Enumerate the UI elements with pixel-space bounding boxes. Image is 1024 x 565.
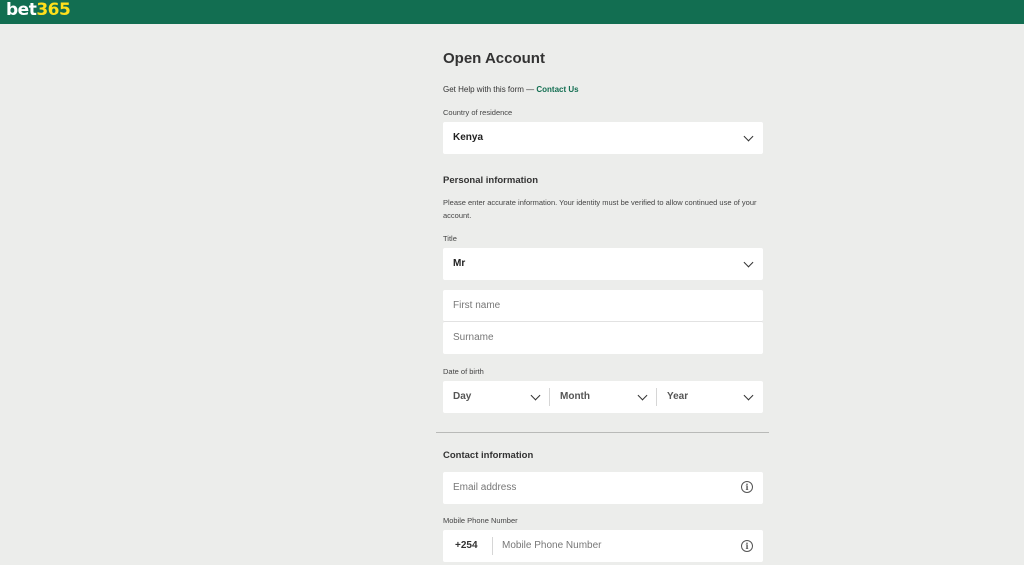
country-code-prefix[interactable]: +254 — [455, 530, 478, 562]
surname-input[interactable]: Surname — [443, 322, 763, 354]
help-text: Get Help with this form — Contact Us — [443, 85, 579, 94]
first-name-placeholder: First name — [453, 300, 501, 311]
page-title: Open Account — [443, 50, 545, 67]
country-label: Country of residence — [443, 108, 513, 117]
email-placeholder: Email address — [453, 482, 517, 493]
email-input[interactable]: Email address i — [443, 472, 763, 504]
chevron-down-icon — [743, 131, 754, 142]
personal-info-heading: Personal information — [443, 175, 539, 186]
chevron-down-icon — [743, 257, 754, 268]
mobile-placeholder: Mobile Phone Number — [502, 540, 602, 551]
mobile-label: Mobile Phone Number — [443, 516, 518, 525]
dob-label: Date of birth — [443, 367, 484, 376]
section-divider — [436, 432, 769, 433]
surname-placeholder: Surname — [453, 332, 494, 343]
dob-year-select[interactable]: Year — [657, 381, 763, 413]
mobile-input[interactable]: +254 Mobile Phone Number i — [443, 530, 763, 562]
chevron-down-icon — [743, 390, 754, 401]
contact-us-link[interactable]: Contact Us — [536, 85, 578, 94]
dob-month-select[interactable]: Month — [550, 381, 656, 413]
contact-info-heading: Contact information — [443, 450, 534, 461]
chevron-down-icon — [530, 390, 541, 401]
country-value: Kenya — [453, 132, 484, 143]
title-label: Title — [443, 234, 457, 243]
info-icon[interactable]: i — [741, 540, 753, 552]
first-name-input[interactable]: First name — [443, 290, 763, 322]
bet365-logo[interactable]: bet365 — [6, 0, 71, 24]
info-icon[interactable]: i — [741, 481, 753, 493]
personal-info-description: Please enter accurate information. Your … — [443, 198, 757, 220]
country-select[interactable]: Kenya — [443, 122, 763, 154]
title-value: Mr — [453, 258, 466, 269]
dob-group: Day Month Year — [443, 381, 763, 413]
chevron-down-icon — [637, 390, 648, 401]
divider — [492, 537, 493, 555]
title-select[interactable]: Mr — [443, 248, 763, 280]
dob-day-select[interactable]: Day — [443, 381, 549, 413]
top-bar: bet365 — [0, 0, 1024, 24]
